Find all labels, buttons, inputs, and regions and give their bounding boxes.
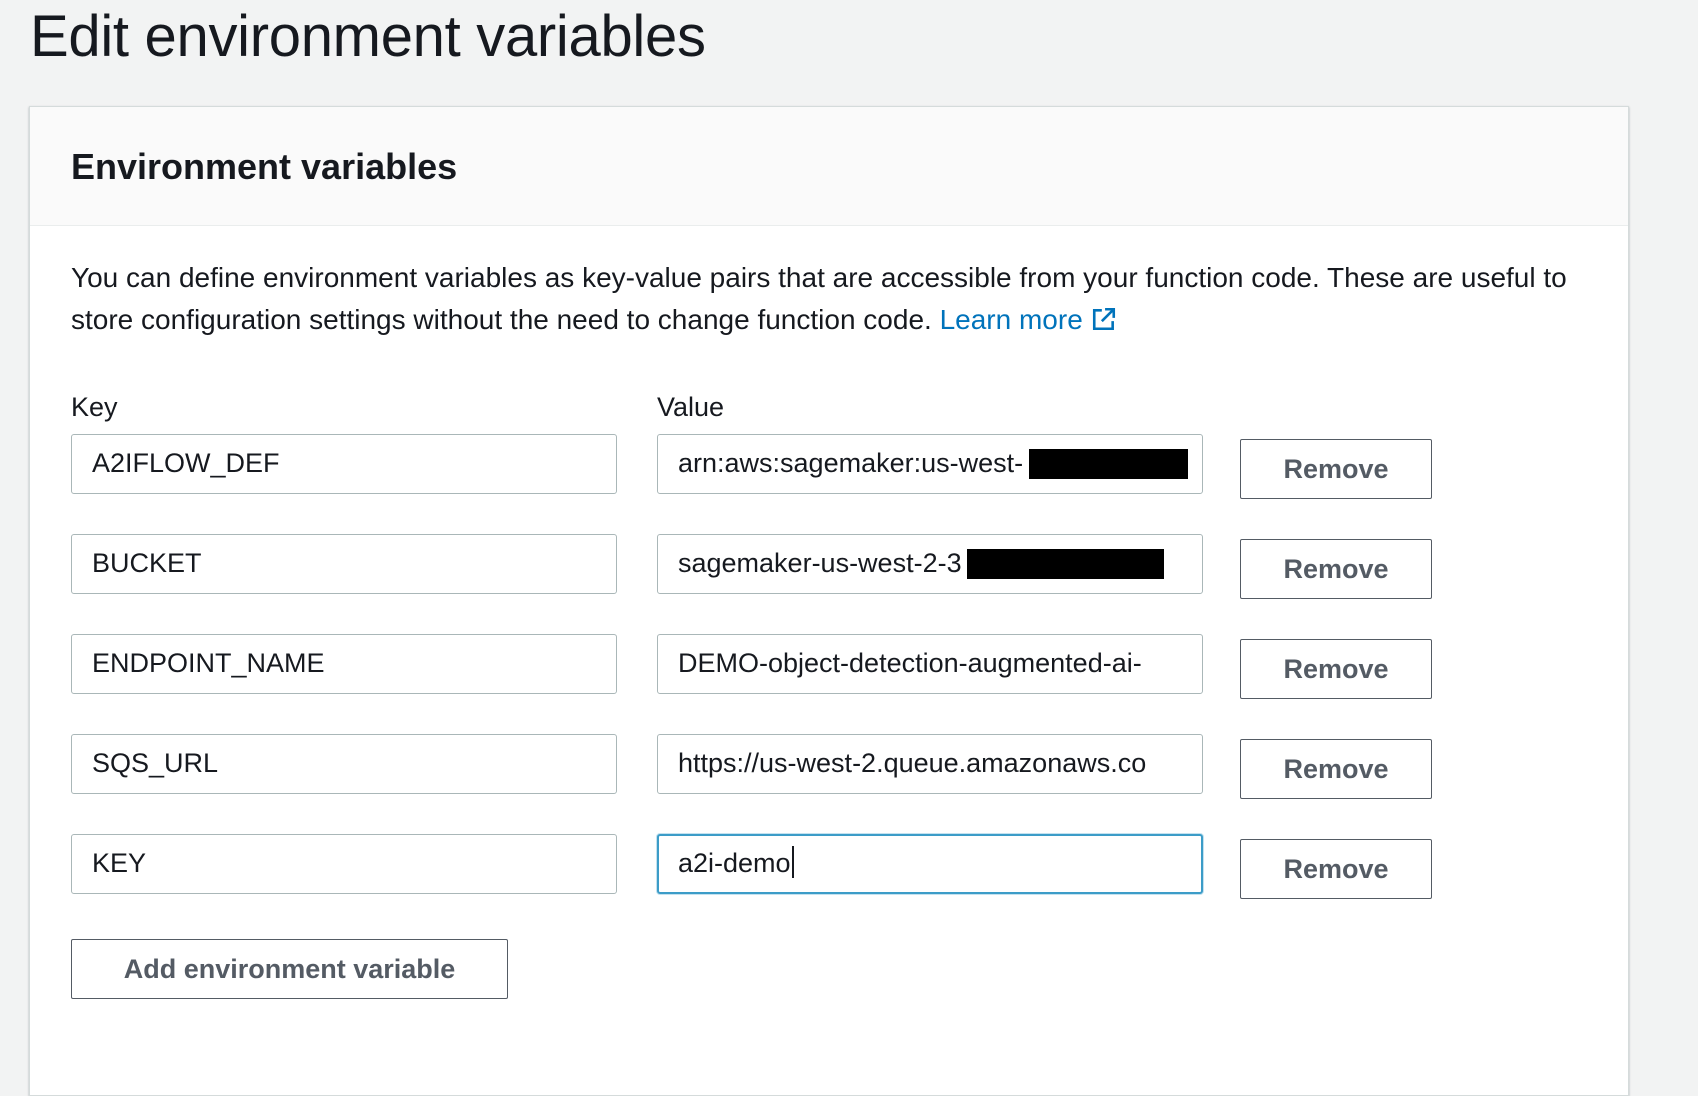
value-input-focused[interactable]: a2i-demo (657, 834, 1203, 894)
value-input[interactable]: sagemaker-us-west-2-3 (657, 534, 1203, 594)
key-input[interactable]: BUCKET (71, 534, 617, 594)
variable-row: SQS_URL https://us-west-2.queue.amazonaw… (30, 734, 1628, 799)
key-column-label: Key (71, 392, 118, 422)
variable-row: ENDPOINT_NAME DEMO-object-detection-augm… (30, 634, 1628, 699)
remove-button[interactable]: Remove (1240, 739, 1432, 799)
value-column-label: Value (657, 392, 725, 422)
key-input[interactable]: A2IFLOW_DEF (71, 434, 617, 494)
external-link-icon (1092, 307, 1115, 331)
redaction-block (967, 549, 1164, 579)
learn-more-label: Learn more (939, 304, 1083, 335)
value-input[interactable]: arn:aws:sagemaker:us-west- (657, 434, 1203, 494)
key-input[interactable]: ENDPOINT_NAME (71, 634, 617, 694)
remove-button[interactable]: Remove (1240, 839, 1432, 899)
panel-title: Environment variables (71, 146, 458, 187)
learn-more-link[interactable]: Learn more (940, 304, 1117, 335)
variable-row: KEY a2i-demo Remove (30, 834, 1628, 899)
description-text: You can define environment variables as … (71, 262, 1567, 335)
add-environment-variable-button[interactable]: Add environment variable (71, 939, 508, 999)
value-text: arn:aws:sagemaker:us-west- (678, 448, 1024, 478)
panel-description: You can define environment variables as … (71, 257, 1611, 341)
redaction-block (1029, 449, 1188, 479)
value-input[interactable]: DEMO-object-detection-augmented-ai- (657, 634, 1203, 694)
key-input[interactable]: SQS_URL (71, 734, 617, 794)
remove-button[interactable]: Remove (1240, 639, 1432, 699)
key-input[interactable]: KEY (71, 834, 617, 894)
variable-row: BUCKET sagemaker-us-west-2-3 Remove (30, 534, 1628, 599)
value-text: a2i-demo (678, 848, 791, 878)
variable-row: A2IFLOW_DEF arn:aws:sagemaker:us-west- R… (30, 434, 1628, 499)
panel-header: Environment variables (30, 107, 1628, 226)
value-text: sagemaker-us-west-2-3 (678, 548, 962, 578)
page-title: Edit environment variables (30, 4, 706, 69)
value-input[interactable]: https://us-west-2.queue.amazonaws.co (657, 734, 1203, 794)
remove-button[interactable]: Remove (1240, 439, 1432, 499)
remove-button[interactable]: Remove (1240, 539, 1432, 599)
text-caret (791, 846, 794, 878)
environment-variables-panel: Environment variables You can define env… (29, 106, 1629, 1096)
